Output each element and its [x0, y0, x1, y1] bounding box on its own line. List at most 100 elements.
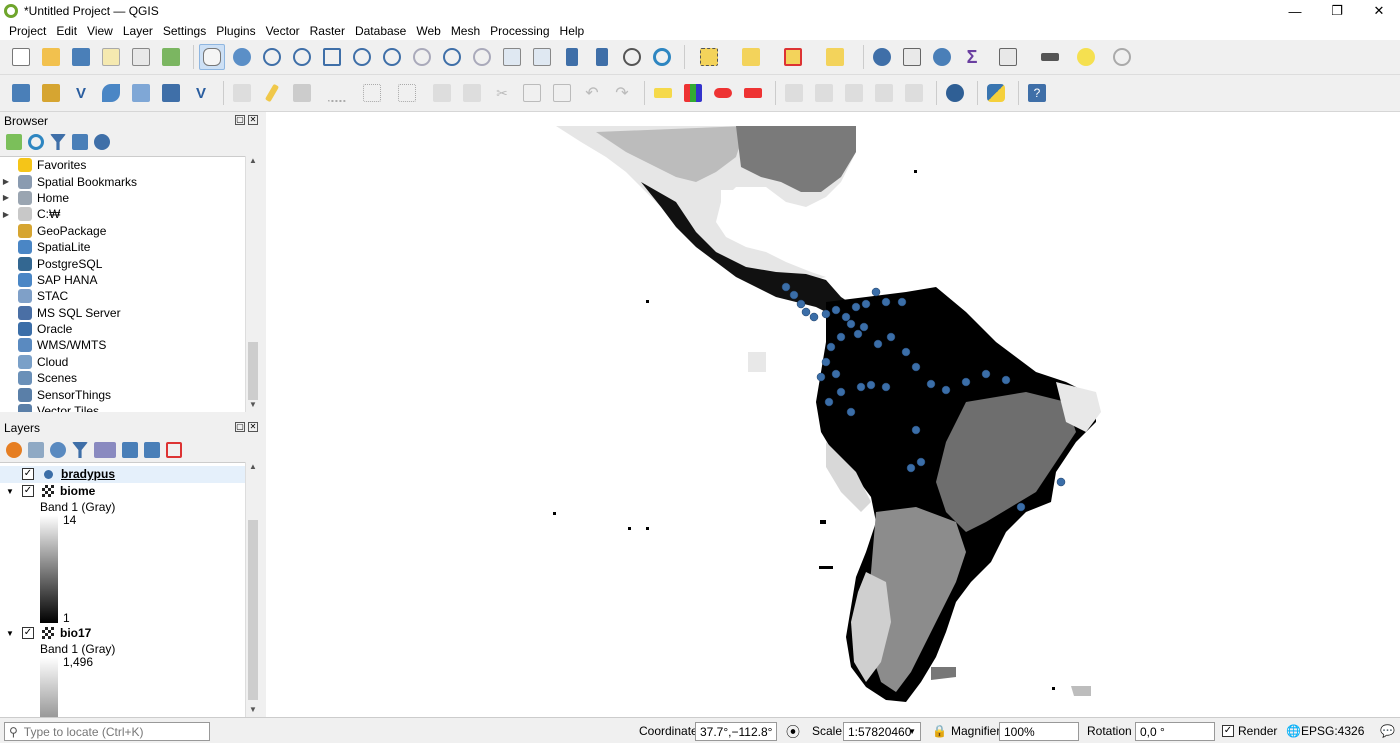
close-button[interactable]: ✕ [1358, 0, 1400, 22]
settings-gear-icon[interactable] [1103, 44, 1141, 70]
show-hide-labels-icon[interactable] [871, 80, 897, 106]
current-edits-icon[interactable] [229, 80, 255, 106]
zoom-native-icon[interactable] [409, 44, 435, 70]
browser-item[interactable]: Vector Tiles [0, 403, 246, 412]
expand-arrow-icon[interactable]: ▶ [0, 210, 12, 219]
layers-scrollbar[interactable]: ▲ ▼ [245, 462, 259, 717]
map-render[interactable] [266, 112, 1400, 717]
zoom-to-selection-icon[interactable] [349, 44, 375, 70]
restore-button[interactable]: ❐ [1316, 0, 1358, 22]
minimize-button[interactable]: — [1274, 0, 1316, 22]
diagram-options-icon[interactable] [680, 80, 706, 106]
zoom-next-icon[interactable] [469, 44, 495, 70]
expand-arrow-icon[interactable]: ▶ [0, 177, 12, 186]
render-checkbox[interactable]: ✓ [1222, 725, 1234, 737]
open-field-calculator-icon[interactable] [989, 44, 1027, 70]
data-source-manager-icon[interactable] [8, 80, 34, 106]
statistical-summary-icon[interactable]: Σ [959, 44, 985, 70]
float-panel-button[interactable]: ▢ [235, 115, 245, 125]
highlight-pinned-labels-icon[interactable] [710, 80, 736, 106]
toggle-editing-icon[interactable] [259, 80, 285, 106]
browser-item[interactable]: ▶ Spatial Bookmarks [0, 173, 246, 189]
menu-edit[interactable]: Edit [51, 24, 82, 38]
filter-icon[interactable] [50, 134, 66, 150]
toggle-labels-icon[interactable] [740, 80, 766, 106]
expand-toggle[interactable]: ▼ [6, 629, 16, 638]
zoom-in-icon[interactable] [259, 44, 285, 70]
redo-icon[interactable]: ↷ [609, 80, 635, 106]
show-bookmarks-icon[interactable] [589, 44, 615, 70]
layer-visibility-checkbox[interactable]: ✓ [22, 627, 34, 639]
save-layer-edits-icon[interactable] [289, 80, 315, 106]
layer-visibility-checkbox[interactable]: ✓ [22, 468, 34, 480]
layer-biome[interactable]: ▼ ✓ biome [6, 484, 95, 498]
new-shapefile-layer-icon[interactable]: V [68, 80, 94, 106]
zoom-out-icon[interactable] [289, 44, 315, 70]
filter-legend-icon[interactable] [72, 442, 88, 458]
browser-item[interactable]: SAP HANA [0, 272, 246, 288]
coordinate-field[interactable]: 37.7°,−112.8° [695, 722, 777, 741]
new-project-icon[interactable] [8, 44, 34, 70]
magnifier-spinbox[interactable]: 100% [999, 722, 1079, 741]
identify-features-icon[interactable] [869, 44, 895, 70]
manage-visibility-icon[interactable] [50, 442, 66, 458]
browser-item[interactable]: Scenes [0, 370, 246, 386]
refresh-icon[interactable] [28, 134, 44, 150]
new-virtual-layer-icon[interactable] [158, 80, 184, 106]
processing-toolbox-icon[interactable] [929, 44, 955, 70]
browser-item[interactable]: WMS/WMTS [0, 337, 246, 353]
browser-item[interactable]: Oracle [0, 321, 246, 337]
vertex-tool-icon[interactable] [359, 80, 385, 106]
map-tips-icon[interactable] [1073, 44, 1099, 70]
new-print-layout-icon[interactable] [98, 44, 124, 70]
browser-item[interactable]: ▶ C:₩ [0, 206, 246, 222]
python-console-icon[interactable] [983, 80, 1009, 106]
select-features-icon[interactable] [690, 44, 728, 70]
map-canvas[interactable] [266, 112, 1400, 717]
collapse-all-icon[interactable] [72, 134, 88, 150]
temporal-controller-icon[interactable] [619, 44, 645, 70]
lock-scale-icon[interactable]: 🔒 [932, 724, 947, 738]
browser-item[interactable]: PostgreSQL [0, 255, 246, 271]
menu-vector[interactable]: Vector [261, 24, 305, 38]
menu-settings[interactable]: Settings [158, 24, 211, 38]
undo-icon[interactable]: ↶ [579, 80, 605, 106]
open-project-icon[interactable] [38, 44, 64, 70]
rotate-label-icon[interactable] [811, 80, 837, 106]
help-icon[interactable]: ? [1024, 80, 1050, 106]
browser-item[interactable]: MS SQL Server [0, 305, 246, 321]
layer-bio17[interactable]: ▼ ✓ bio17 [6, 626, 91, 640]
info-icon[interactable] [94, 134, 110, 150]
cut-features-icon[interactable]: ✂ [489, 80, 515, 106]
new-mesh-layer-icon[interactable]: V [188, 80, 214, 106]
browser-item[interactable]: GeoPackage [0, 223, 246, 239]
delete-selected-icon[interactable] [459, 80, 485, 106]
new-geopackage-layer-icon[interactable] [38, 80, 64, 106]
float-panel-button[interactable]: ▢ [235, 422, 245, 432]
menu-processing[interactable]: Processing [485, 24, 554, 38]
menu-web[interactable]: Web [411, 24, 445, 38]
new-temporary-layer-icon[interactable] [128, 80, 154, 106]
paste-features-icon[interactable] [549, 80, 575, 106]
browser-scrollbar[interactable]: ▲ ▼ [245, 156, 259, 412]
browser-item[interactable]: ▶ Home [0, 190, 246, 206]
browser-item[interactable]: SpatiaLite [0, 239, 246, 255]
menu-view[interactable]: View [82, 24, 118, 38]
expand-all-icon[interactable] [122, 442, 138, 458]
layer-visibility-checkbox[interactable]: ✓ [22, 485, 34, 497]
style-manager-icon[interactable] [158, 44, 184, 70]
rotation-spinbox[interactable]: 0,0 ° [1135, 722, 1215, 741]
zoom-last-icon[interactable] [439, 44, 465, 70]
close-panel-button[interactable]: ✕ [248, 422, 258, 432]
expand-toggle[interactable]: ▼ [6, 487, 16, 496]
browser-item[interactable]: STAC [0, 288, 246, 304]
menu-mesh[interactable]: Mesh [446, 24, 485, 38]
menu-layer[interactable]: Layer [118, 24, 158, 38]
style-panel-icon[interactable] [6, 442, 22, 458]
metasearch-icon[interactable] [942, 80, 968, 106]
refresh-icon[interactable] [649, 44, 675, 70]
scale-combobox[interactable]: 1:57820460 ▼ [843, 722, 921, 741]
filter-expression-icon[interactable] [94, 442, 116, 458]
collapse-all-icon[interactable] [144, 442, 160, 458]
new-bookmark-icon[interactable] [559, 44, 585, 70]
